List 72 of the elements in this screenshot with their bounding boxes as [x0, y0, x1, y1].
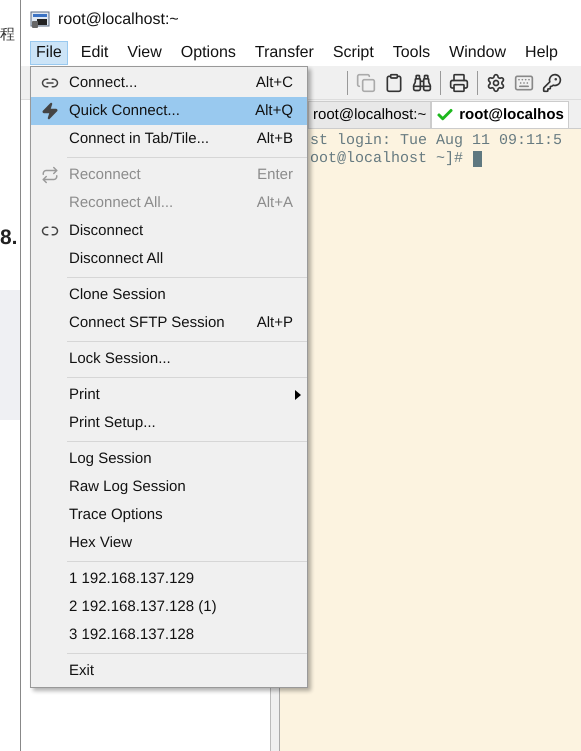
page-heading: 8. — [0, 226, 19, 248]
menu-item-label: 1 192.168.137.129 — [69, 568, 196, 589]
terminal-app-icon — [30, 11, 50, 29]
menu-item-label: Log Session — [69, 448, 153, 469]
menu-item[interactable]: Lock Session... — [31, 345, 307, 373]
menu-item-label: 2 192.168.137.128 (1) — [69, 596, 218, 617]
tab-label: root@localhost:~ — [313, 104, 426, 125]
keyboard-icon[interactable] — [514, 72, 534, 92]
menu-item[interactable]: 3 192.168.137.128 — [31, 621, 307, 649]
menu-item[interactable]: Trace Options — [31, 501, 307, 529]
menu-bar-item[interactable]: Help — [519, 41, 564, 65]
menu-item-label: Disconnect — [69, 220, 144, 241]
menu-bar-item[interactable]: Options — [174, 41, 242, 65]
menu-item-label: Quick Connect... — [69, 100, 181, 121]
shortcut-text: Enter — [257, 164, 294, 185]
shortcut-text: Alt+B — [256, 128, 294, 149]
menu-item-label: Connect in Tab/Tile... — [69, 128, 210, 149]
shortcut-text: Alt+Q — [255, 100, 294, 121]
window-title: root@localhost:~ — [58, 10, 179, 30]
menu-item[interactable]: Raw Log Session — [31, 473, 307, 501]
menu-item-label: Connect SFTP Session — [69, 312, 226, 333]
session-tab[interactable]: root@localhos — [431, 101, 569, 128]
page-text: 程 — [0, 25, 16, 45]
menu-item-label: Trace Options — [69, 504, 164, 525]
clipboard-icon[interactable] — [384, 72, 404, 92]
terminal-line: oot@localhost ~]# — [310, 150, 464, 168]
shortcut-text: Alt+P — [256, 312, 294, 333]
menu-item-label: Reconnect All... — [69, 192, 174, 213]
menu-item-label: Exit — [69, 660, 96, 681]
menu-item-label: 3 192.168.137.128 — [69, 624, 196, 645]
menu-bar-item[interactable]: View — [121, 41, 168, 65]
menu-item[interactable]: Connect in Tab/Tile... Alt+B — [31, 125, 307, 153]
printer-icon[interactable] — [449, 72, 469, 92]
menu-item[interactable]: Connect SFTP Session Alt+P — [31, 309, 307, 337]
repeat-icon — [41, 166, 59, 184]
tab-label: root@localhos — [459, 104, 564, 125]
menu-bar-item[interactable]: Window — [443, 41, 512, 65]
menu-item[interactable]: 1 192.168.137.129 — [31, 565, 307, 593]
session-tab[interactable]: root@localhost:~ — [308, 101, 432, 128]
shortcut-text: Alt+C — [256, 72, 294, 93]
menu-bar-item[interactable]: Transfer — [248, 41, 320, 65]
menu-item[interactable]: 2 192.168.137.128 (1) — [31, 593, 307, 621]
menu-item[interactable]: Quick Connect... Alt+Q — [31, 97, 307, 125]
menu-item[interactable]: Print — [31, 381, 307, 409]
menu-item-label: Disconnect All — [69, 248, 164, 269]
menu-item-label: Print — [69, 384, 101, 405]
menu-item[interactable]: Connect... Alt+C — [31, 69, 307, 97]
menu-item-label: Clone Session — [69, 284, 167, 305]
menu-item-label: Lock Session... — [69, 348, 172, 369]
menu-bar-item[interactable]: Edit — [74, 41, 114, 65]
menu-item[interactable]: Print Setup... — [31, 409, 307, 437]
menu-item[interactable]: Exit — [31, 657, 307, 685]
key-icon[interactable] — [542, 72, 562, 92]
menu-item[interactable]: Clone Session — [31, 281, 307, 309]
menu-item-label: Connect... — [69, 72, 138, 93]
shortcut-text: Alt+A — [256, 192, 294, 213]
binoculars-icon[interactable] — [412, 72, 432, 92]
menu-item[interactable]: Disconnect All — [31, 245, 307, 273]
menu-item-label: Print Setup... — [69, 412, 157, 433]
lightning-icon — [41, 102, 59, 120]
submenu-arrow-icon — [295, 390, 301, 400]
menu-bar-item[interactable]: Tools — [386, 41, 436, 65]
menu-bar-item[interactable]: File — [30, 41, 68, 65]
menu-item-label: Raw Log Session — [69, 476, 187, 497]
menu-item[interactable]: Log Session — [31, 445, 307, 473]
menu-item[interactable]: Disconnect — [31, 217, 307, 245]
menu-item[interactable]: Hex View — [31, 529, 307, 557]
menu-item-label: Hex View — [69, 532, 134, 553]
menu-bar-item[interactable]: Script — [326, 41, 380, 65]
terminal-line: st login: Tue Aug 11 09:11:5 — [310, 132, 562, 150]
settings-icon[interactable] — [486, 72, 506, 92]
menu-item-label: Reconnect — [69, 164, 142, 185]
